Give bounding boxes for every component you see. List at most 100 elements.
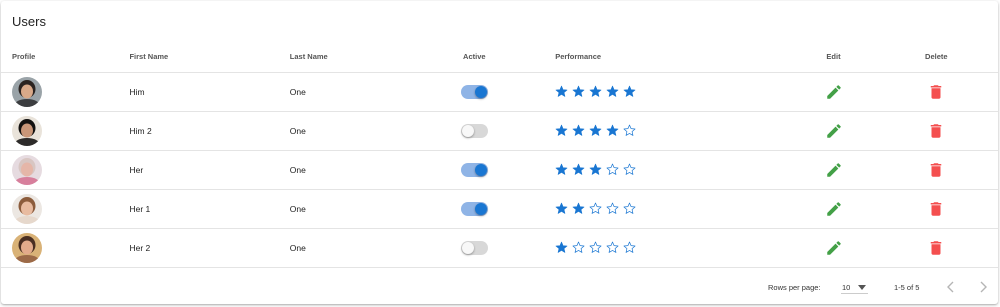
last-name-cell: One [289, 189, 422, 229]
trash-icon[interactable] [927, 122, 945, 140]
star-outline-icon[interactable] [589, 241, 602, 254]
star-filled-icon[interactable] [589, 124, 602, 137]
toggle-knob [474, 164, 487, 176]
star-outline-icon[interactable] [606, 163, 619, 176]
users-table: Profile First Name Last Name Active Perf… [1, 41, 998, 268]
active-toggle[interactable] [460, 241, 488, 255]
star-outline-icon[interactable] [623, 202, 636, 215]
pencil-icon[interactable] [825, 200, 843, 218]
last-name-cell: One [289, 228, 422, 268]
rows-per-page-value: 10 [842, 283, 851, 292]
trash-icon[interactable] [927, 161, 945, 179]
column-header-performance[interactable]: Performance [527, 41, 793, 73]
star-outline-icon[interactable] [623, 241, 636, 254]
rows-per-page-select[interactable]: 10 [841, 279, 868, 294]
star-rating[interactable] [555, 85, 636, 98]
profile-cell [1, 150, 130, 190]
star-filled-icon[interactable] [572, 124, 585, 137]
performance-cell [527, 111, 793, 151]
avatar [12, 77, 42, 107]
first-name-cell: Her [129, 150, 290, 190]
edit-cell [792, 228, 875, 268]
active-cell [421, 150, 528, 190]
column-header-last-name[interactable]: Last Name [289, 41, 422, 73]
column-header-active[interactable]: Active [421, 41, 528, 73]
avatar [12, 233, 42, 263]
star-outline-icon[interactable] [623, 163, 636, 176]
chevron-right-icon[interactable] [977, 280, 989, 294]
edit-cell [792, 150, 875, 190]
table-pagination: Rows per page: 10 1-5 of 5 [1, 271, 998, 304]
star-filled-icon[interactable] [555, 241, 568, 254]
star-filled-icon[interactable] [606, 85, 619, 98]
star-filled-icon[interactable] [623, 85, 636, 98]
active-cell [421, 111, 528, 151]
first-name-cell: Him 2 [129, 111, 290, 151]
first-name-cell: Her 1 [129, 189, 290, 229]
last-name-cell: One [289, 72, 422, 112]
star-filled-icon[interactable] [572, 202, 585, 215]
star-filled-icon[interactable] [589, 85, 602, 98]
active-toggle[interactable] [460, 85, 488, 99]
table-title: Users [12, 14, 46, 29]
trash-icon[interactable] [927, 239, 945, 257]
star-filled-icon[interactable] [572, 85, 585, 98]
toggle-knob [474, 86, 487, 98]
pencil-icon[interactable] [825, 122, 843, 140]
avatar [12, 194, 42, 224]
performance-cell [527, 150, 793, 190]
active-cell [421, 228, 528, 268]
star-filled-icon[interactable] [606, 124, 619, 137]
last-name-cell: One [289, 111, 422, 151]
star-filled-icon[interactable] [555, 124, 568, 137]
chevron-left-icon[interactable] [945, 280, 957, 294]
star-filled-icon[interactable] [572, 163, 585, 176]
delete-cell [874, 72, 998, 112]
toggle-knob [461, 242, 474, 254]
star-outline-icon[interactable] [589, 202, 602, 215]
star-filled-icon[interactable] [555, 85, 568, 98]
star-filled-icon[interactable] [555, 202, 568, 215]
star-rating[interactable] [555, 202, 636, 215]
star-rating[interactable] [555, 241, 636, 254]
edit-cell [792, 189, 875, 229]
toggle-knob [474, 203, 487, 215]
table-header-row: Profile First Name Last Name Active Perf… [1, 41, 998, 73]
edit-cell [792, 111, 875, 151]
active-toggle[interactable] [460, 124, 488, 138]
star-outline-icon[interactable] [606, 241, 619, 254]
performance-cell [527, 72, 793, 112]
active-toggle[interactable] [460, 202, 488, 216]
star-filled-icon[interactable] [589, 163, 602, 176]
trash-icon[interactable] [927, 83, 945, 101]
star-outline-icon[interactable] [606, 202, 619, 215]
first-name-cell: Him [129, 72, 290, 112]
avatar [12, 155, 42, 185]
last-name-cell: One [289, 150, 422, 190]
delete-cell [874, 189, 998, 229]
profile-cell [1, 228, 130, 268]
caret-down-icon [858, 285, 866, 290]
active-cell [421, 72, 528, 112]
delete-cell [874, 228, 998, 268]
star-filled-icon[interactable] [555, 163, 568, 176]
star-rating[interactable] [555, 124, 636, 137]
column-header-first-name[interactable]: First Name [129, 41, 290, 73]
star-outline-icon[interactable] [623, 124, 636, 137]
table-row: Him 2 One [1, 111, 998, 151]
pencil-icon[interactable] [825, 83, 843, 101]
users-table-card: Users Profile First Name Last Name Activ… [1, 1, 998, 304]
toggle-knob [461, 125, 474, 137]
pencil-icon[interactable] [825, 161, 843, 179]
active-toggle[interactable] [460, 163, 488, 177]
star-outline-icon[interactable] [572, 241, 585, 254]
performance-cell [527, 189, 793, 229]
trash-icon[interactable] [927, 200, 945, 218]
table-row: Her One [1, 150, 998, 190]
star-rating[interactable] [555, 163, 636, 176]
pencil-icon[interactable] [825, 239, 843, 257]
first-name-cell: Her 2 [129, 228, 290, 268]
profile-cell [1, 111, 130, 151]
pagination-range: 1-5 of 5 [894, 283, 920, 292]
active-cell [421, 189, 528, 229]
